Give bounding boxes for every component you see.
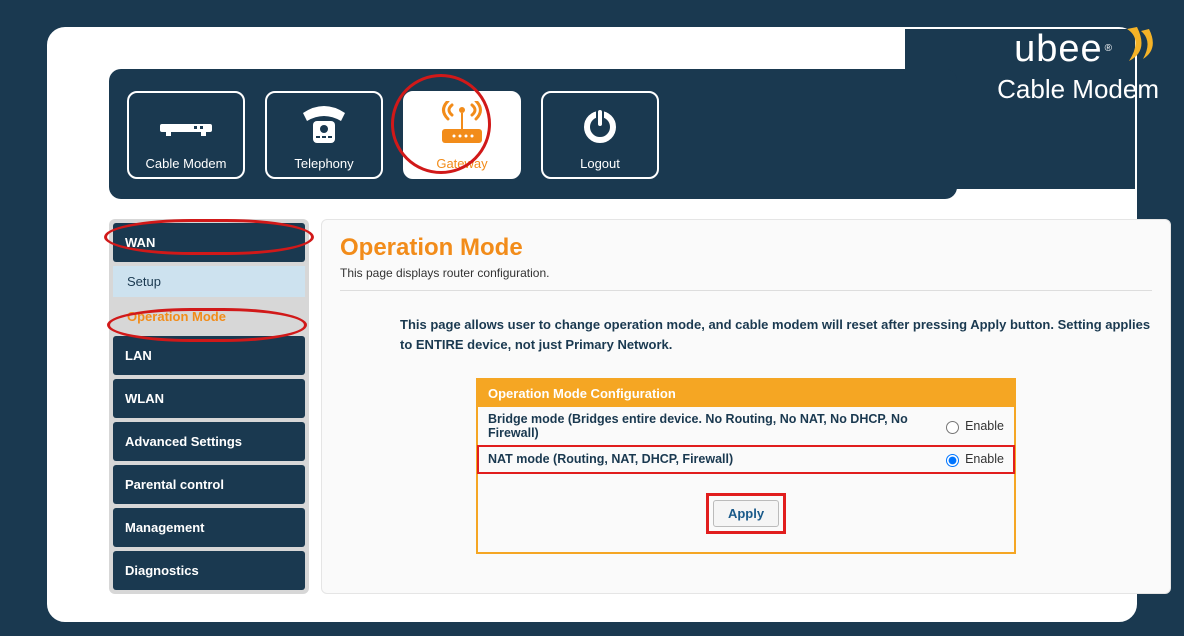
phone-icon [267, 93, 381, 156]
modem-icon [129, 93, 243, 156]
sidebar-management[interactable]: Management [113, 508, 305, 547]
sidebar-item-operation-mode[interactable]: Operation Mode [113, 301, 305, 332]
nav-logout[interactable]: Logout [541, 91, 659, 179]
config-row-label: NAT mode (Routing, NAT, DHCP, Firewall) [488, 452, 733, 466]
content-area: Operation Mode This page displays router… [321, 219, 1171, 594]
sidebar-parental-control[interactable]: Parental control [113, 465, 305, 504]
brand-reg: ® [1105, 44, 1113, 54]
config-box: Operation Mode Configuration Bridge mode… [476, 378, 1016, 554]
apply-button[interactable]: Apply [713, 500, 779, 527]
radio-nat-enable[interactable] [946, 454, 959, 467]
brand-product: Cable Modem [997, 74, 1159, 105]
sidebar-diagnostics[interactable]: Diagnostics [113, 551, 305, 590]
nav-label: Cable Modem [146, 156, 227, 171]
nav-telephony[interactable]: Telephony [265, 91, 383, 179]
radio-bridge-enable[interactable] [946, 421, 959, 434]
page-desc: This page displays router configuration. [340, 266, 1152, 280]
nav-cable-modem[interactable]: Cable Modem [127, 91, 245, 179]
config-note: This page allows user to change operatio… [400, 315, 1152, 354]
nav-label: Gateway [436, 156, 487, 171]
nav-gateway[interactable]: Gateway [403, 91, 521, 179]
sidebar-wan[interactable]: WAN [113, 223, 305, 262]
sidebar-wlan[interactable]: WLAN [113, 379, 305, 418]
brand-block: ubee® Cable Modem [997, 25, 1159, 105]
config-head: Operation Mode Configuration [478, 380, 1014, 407]
config-row-nat: NAT mode (Routing, NAT, DHCP, Firewall) … [478, 446, 1014, 473]
sidebar: WAN Setup Operation Mode LAN WLAN Advanc… [109, 219, 309, 594]
brand-spark-icon [1119, 25, 1159, 72]
nav-label: Logout [580, 156, 620, 171]
page-title: Operation Mode [340, 234, 1152, 262]
sidebar-advanced-settings[interactable]: Advanced Settings [113, 422, 305, 461]
config-row-bridge: Bridge mode (Bridges entire device. No R… [478, 407, 1014, 446]
gateway-icon [405, 93, 519, 156]
sidebar-lan[interactable]: LAN [113, 336, 305, 375]
top-nav: Cable Modem Telephony Gateway Logout [109, 69, 957, 199]
brand-name: ubee [1014, 30, 1103, 68]
radio-label: Enable [965, 419, 1004, 433]
nav-label: Telephony [294, 156, 353, 171]
sidebar-item-setup[interactable]: Setup [113, 266, 305, 297]
apply-highlight: Apply [706, 493, 786, 534]
power-icon [543, 93, 657, 156]
config-row-label: Bridge mode (Bridges entire device. No R… [488, 412, 941, 440]
radio-label: Enable [965, 452, 1004, 466]
